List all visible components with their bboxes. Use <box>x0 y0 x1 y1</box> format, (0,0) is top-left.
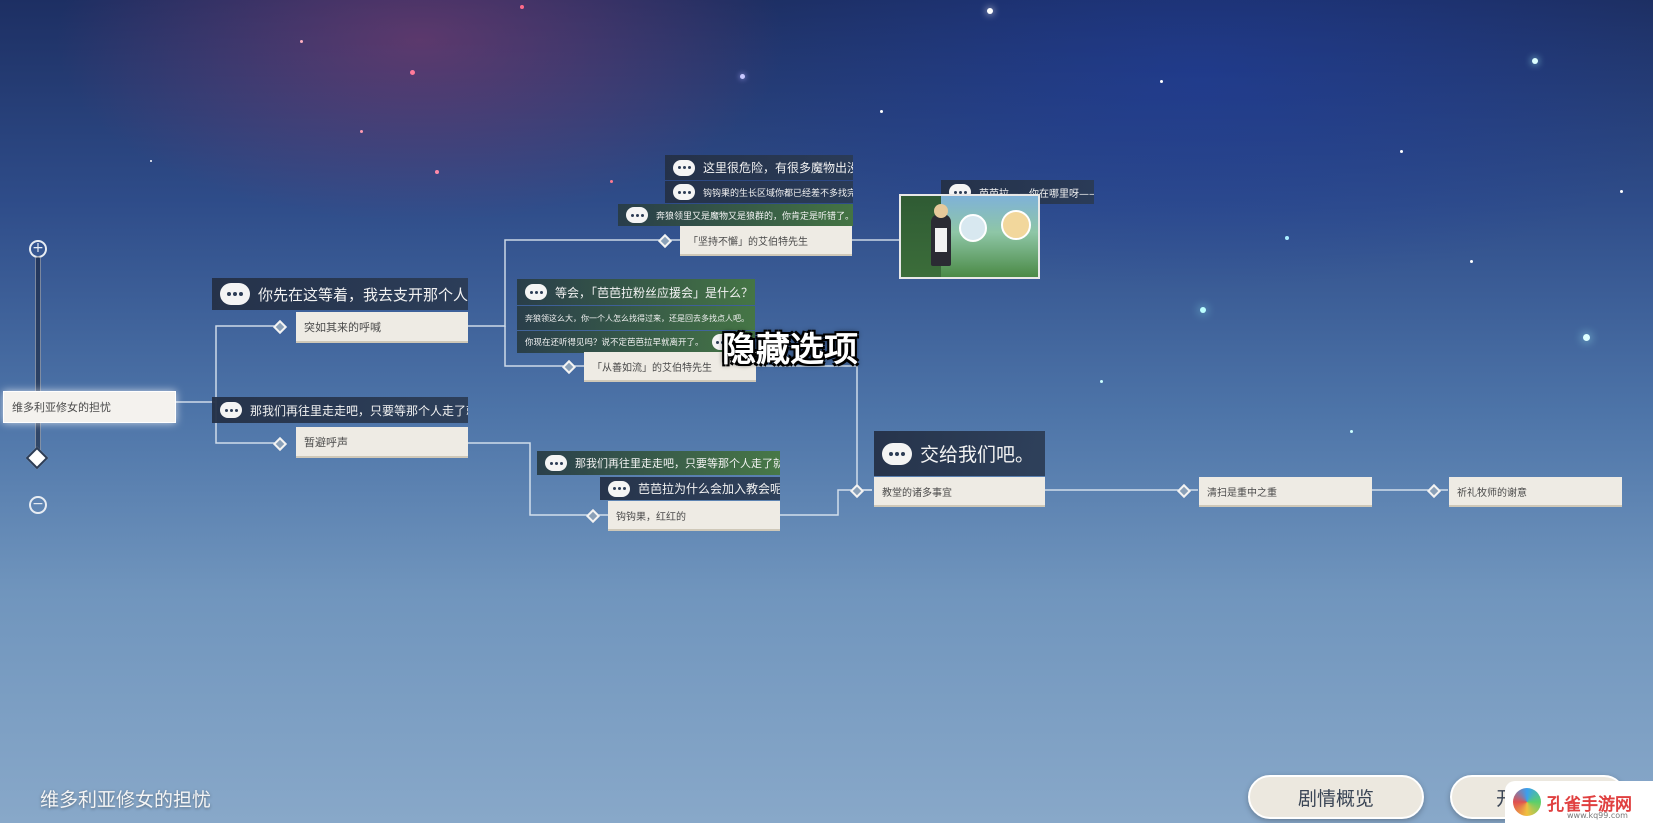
dialog-option-c2[interactable]: 芭芭拉为什么会加入教会呢？ <box>600 477 780 500</box>
story-node-lower[interactable]: 暂避呼声 <box>296 427 468 458</box>
dialog-option-upper[interactable]: 你先在这等着，我去支开那个人。 <box>212 278 468 310</box>
dialog-text: 芭芭拉为什么会加入教会呢？ <box>638 482 780 496</box>
site-watermark: 孔雀手游网 www.kq99.com <box>1505 781 1653 823</box>
chat-bubble-icon <box>545 455 567 471</box>
story-node-label: 暂避呼声 <box>304 435 348 449</box>
dialog-option-b2[interactable]: 奔狼领这么大，你一个人怎么找得过来，还是回去多找点人吧。 <box>517 306 755 330</box>
watermark-url: www.kq99.com <box>1567 811 1628 820</box>
dialog-text: 你现在还听得见吗？说不定芭芭拉早就离开了。 <box>525 338 704 348</box>
dialog-option-b3[interactable]: 你现在还听得见吗？说不定芭芭拉早就离开了。 <box>517 331 755 353</box>
dialog-text: 你先在这等着，我去支开那个人。 <box>258 285 468 304</box>
dialog-option-merge[interactable]: 交给我们吧。 <box>874 431 1045 476</box>
story-node-label: 教堂的诸多事宜 <box>882 487 952 499</box>
dialog-option-a1[interactable]: 这里很危险，有很多魔物出没。 <box>665 155 853 180</box>
story-node-label: 钩钩果，红红的 <box>616 511 686 523</box>
dialog-option-b1[interactable]: 等会，「芭芭拉粉丝应援会」是什么？ <box>517 279 755 305</box>
plus-icon: + <box>32 240 44 256</box>
story-node-label: 祈礼牧师的谢意 <box>1457 487 1527 499</box>
root-node[interactable]: 维多利亚修女的担忧 <box>3 391 176 423</box>
dialog-text: 交给我们吧。 <box>920 444 1035 466</box>
story-overview-label: 剧情概览 <box>1297 787 1374 810</box>
story-node-merge-3[interactable]: 祈礼牧师的谢意 <box>1449 477 1622 507</box>
chat-bubble-icon <box>608 480 630 497</box>
story-node-label: 突如其来的呼喊 <box>304 320 381 334</box>
story-overview-button[interactable]: 剧情概览 <box>1248 775 1424 819</box>
dialog-text: 那我们再往里走走吧，只要等那个人走了就好。 <box>250 403 468 418</box>
dialog-option-c1[interactable]: 那我们再往里走走吧，只要等那个人走了就好。 <box>537 451 780 475</box>
chat-bubble-icon <box>626 207 648 223</box>
chat-bubble-icon <box>220 402 242 418</box>
chat-bubble-icon <box>673 184 695 200</box>
root-node-label: 维多利亚修女的担忧 <box>12 401 111 414</box>
story-node-a[interactable]: 「坚持不懈」的艾伯特先生 <box>680 226 852 256</box>
chat-bubble-icon <box>882 442 912 465</box>
ending-scene-thumbnail[interactable] <box>899 194 1040 279</box>
story-node-merge-1[interactable]: 教堂的诸多事宜 <box>874 477 1045 507</box>
dialog-text: 钩钩果的生长区域你都已经差不多找完了。 <box>703 188 853 199</box>
peacock-logo-icon <box>1513 788 1541 816</box>
hidden-option-annotation: 隐藏选项 <box>722 330 858 370</box>
story-node-label: 清扫是重中之重 <box>1207 487 1277 499</box>
story-node-merge-2[interactable]: 清扫是重中之重 <box>1199 477 1372 507</box>
zoom-out-button[interactable]: − <box>29 496 47 514</box>
chat-bubble-icon <box>220 283 250 305</box>
zoom-slider-track[interactable] <box>35 256 41 456</box>
story-node-c[interactable]: 钩钩果，红红的 <box>608 501 780 531</box>
story-node-label: 「从善如流」的艾伯特先生 <box>592 362 712 374</box>
dialog-text: 奔狼领里又是魔物又是狼群的，你肯定是听错了。 <box>656 211 853 222</box>
dialog-option-a2[interactable]: 钩钩果的生长区域你都已经差不多找完了。 <box>665 181 853 203</box>
minus-icon: − <box>32 496 44 512</box>
dialog-text: 奔狼领这么大，你一个人怎么找得过来，还是回去多找点人吧。 <box>525 313 749 323</box>
dialog-option-lower[interactable]: 那我们再往里走走吧，只要等那个人走了就好。 <box>212 397 468 423</box>
dialog-option-a3[interactable]: 奔狼领里又是魔物又是狼群的，你肯定是听错了。 <box>618 204 853 226</box>
chat-bubble-icon <box>525 284 547 300</box>
quest-title: 维多利亚修女的担忧 <box>40 789 212 811</box>
dialog-text: 等会，「芭芭拉粉丝应援会」是什么？ <box>555 285 754 300</box>
dialog-text: 这里很危险，有很多魔物出没。 <box>703 161 853 175</box>
story-node-upper[interactable]: 突如其来的呼喊 <box>296 312 468 343</box>
story-node-label: 「坚持不懈」的艾伯特先生 <box>688 236 808 248</box>
dialog-text: 那我们再往里走走吧，只要等那个人走了就好。 <box>575 457 780 470</box>
chat-bubble-icon <box>673 159 695 176</box>
